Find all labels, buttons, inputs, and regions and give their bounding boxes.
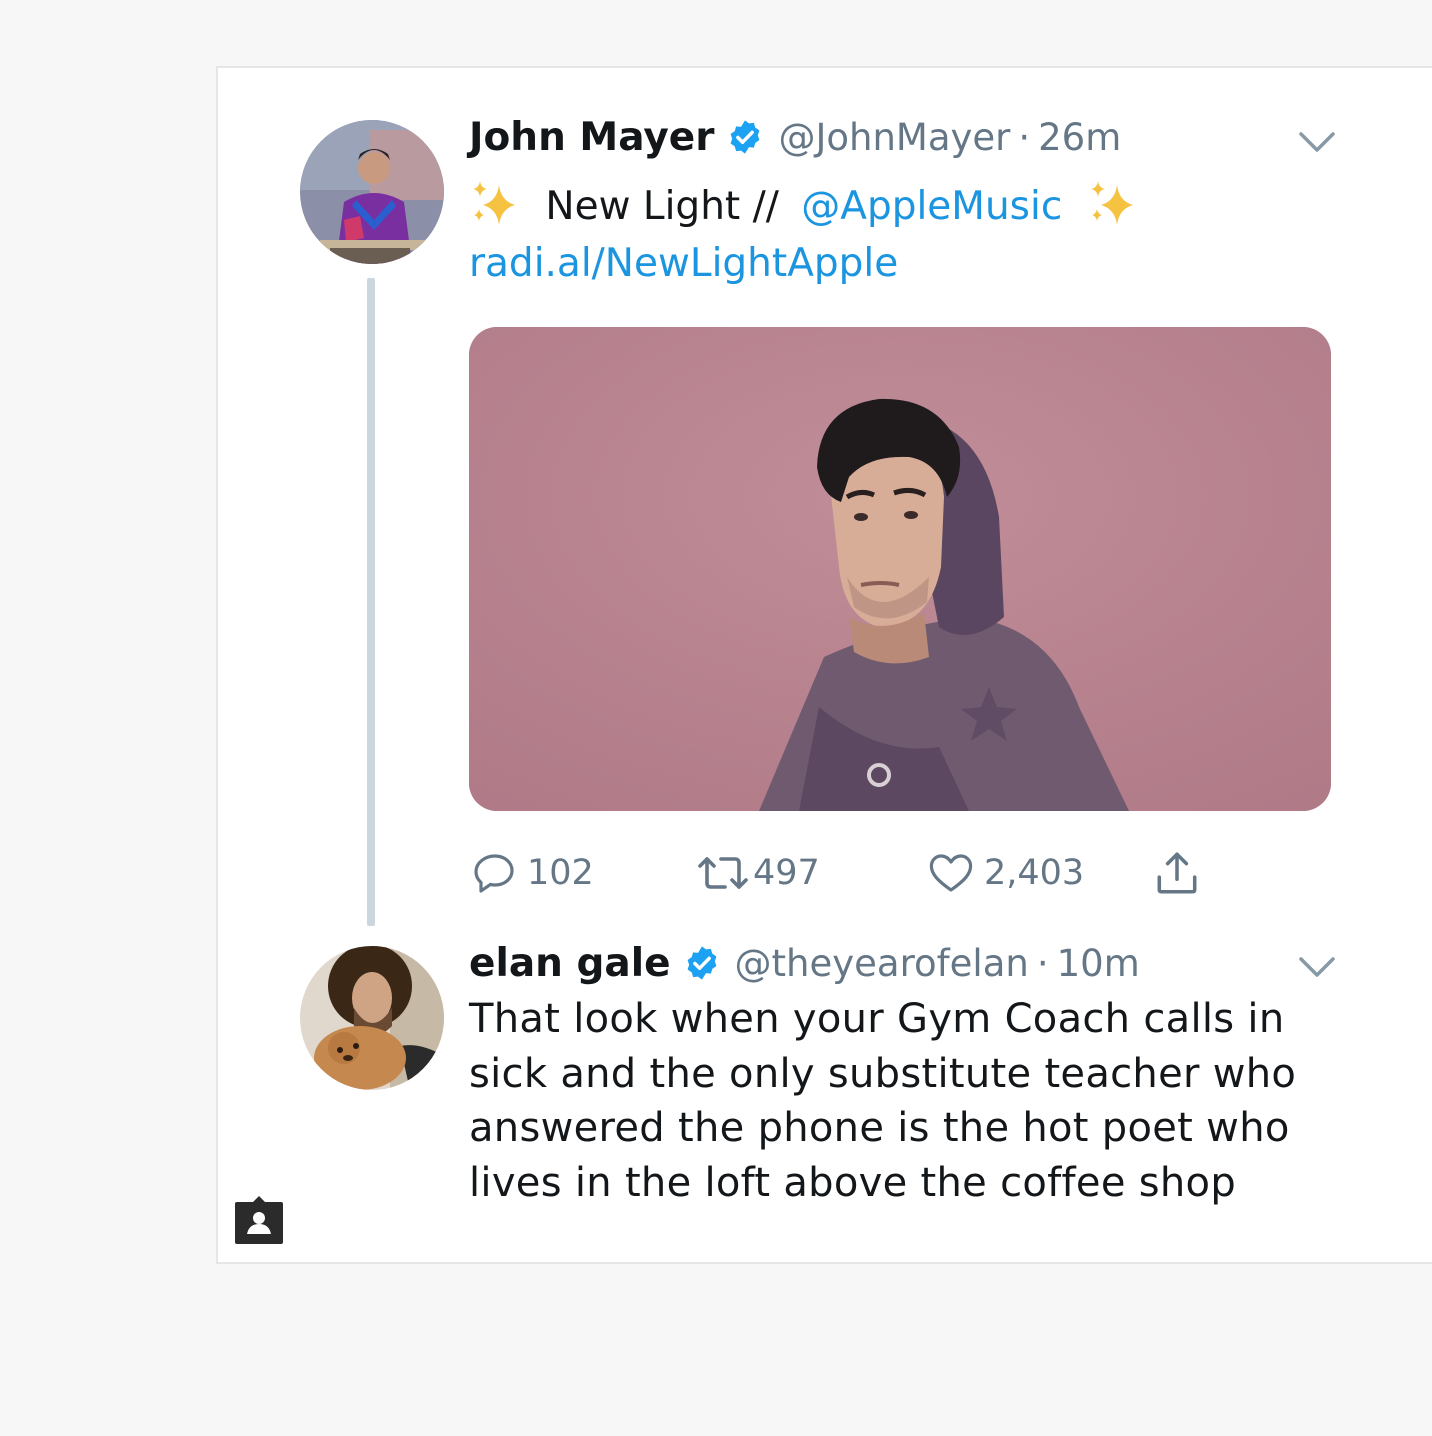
retweet-button[interactable]: 497 [695,845,820,901]
display-name[interactable]: elan gale [469,941,671,986]
tweet-text-line: answered the phone is the hot poet who [469,1105,1290,1151]
verified-badge-icon [683,944,721,982]
separator-dot: · [1018,115,1031,159]
url-link[interactable]: radi.al/NewLightApple [469,236,898,292]
like-button[interactable]: 2,403 [926,845,1084,901]
elan-gale-avatar[interactable] [300,946,444,1090]
profile-icon[interactable] [233,1194,285,1246]
display-name[interactable]: John Mayer [469,115,714,160]
tweet-text: That look when your Gym Coach calls in s… [469,992,1299,1210]
tweet-timestamp[interactable]: 10m [1057,942,1140,985]
tweet-timestamp[interactable]: 26m [1038,116,1121,159]
user-handle[interactable]: @JohnMayer [778,116,1010,159]
tweet-header: John Mayer @JohnMayer · 26m [469,112,1121,162]
mention-link[interactable]: @AppleMusic [801,184,1062,229]
reply-icon [474,854,514,893]
chevron-down-icon[interactable] [1298,130,1336,154]
thread-connector-line [367,278,375,926]
user-handle[interactable]: @theyearofelan [735,942,1029,985]
tweet-text-content: New Light // [545,184,779,229]
sparkles-icon [469,179,519,227]
share-icon [1157,852,1197,894]
tweet-text-line: lives in the loft above the coffee shop [469,1159,1237,1206]
tweet-media-photo[interactable] [469,327,1331,811]
verified-badge-icon [726,118,764,156]
reply-button[interactable]: 102 [471,845,594,901]
retweet-count: 497 [753,853,820,893]
separator-dot: · [1036,941,1049,985]
sparkles-icon [1087,179,1137,227]
like-count: 2,403 [984,853,1085,893]
heart-icon [929,854,973,892]
tweet-text-line: sick and the only substitute teacher who [469,1050,1297,1097]
john-mayer-avatar[interactable] [300,120,444,264]
reply-count: 102 [527,853,594,893]
share-button[interactable] [1152,845,1202,901]
tweet-text: New Light // @AppleMusic [469,179,1137,235]
chevron-down-icon[interactable] [1298,955,1336,979]
retweet-icon [698,857,748,889]
tweet-text-line: That look when your Gym Coach calls in [469,996,1285,1042]
tweet-header: elan gale @theyearofelan · 10m [469,938,1140,988]
